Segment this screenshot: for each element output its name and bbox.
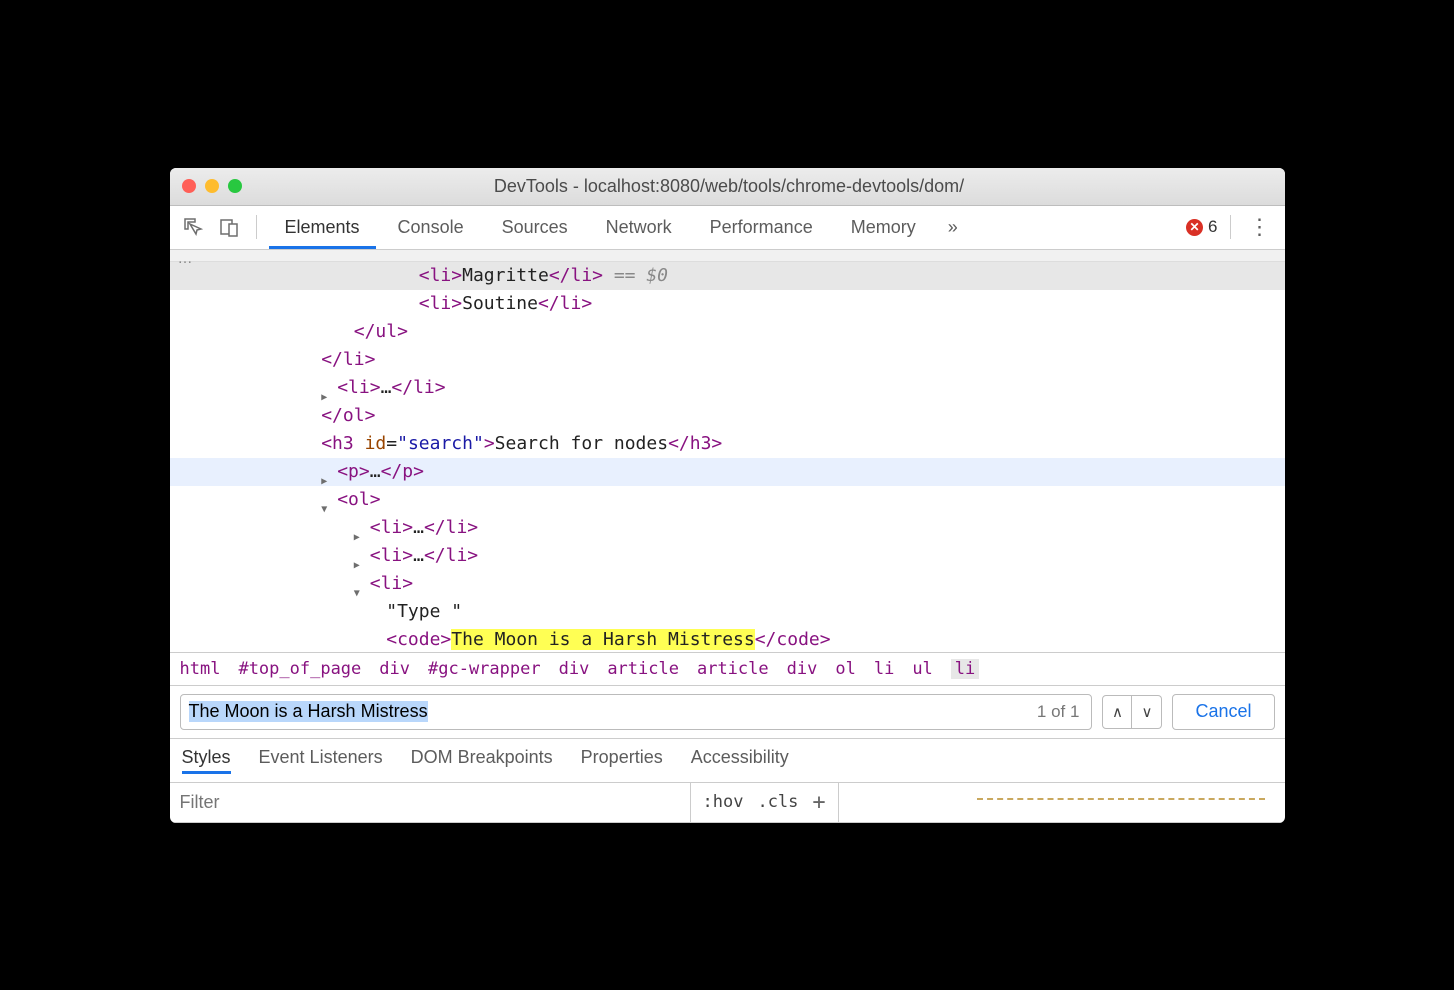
search-input[interactable]: The Moon is a Harsh Mistress 1 of 1	[180, 694, 1093, 730]
window-title: DevTools - localhost:8080/web/tools/chro…	[242, 176, 1217, 197]
tab-performance[interactable]: Performance	[694, 205, 829, 249]
expand-icon[interactable]	[354, 521, 366, 533]
inspect-element-icon[interactable]	[178, 212, 208, 242]
styles-actions: :hov .cls +	[690, 783, 838, 822]
devtools-window: DevTools - localhost:8080/web/tools/chro…	[170, 168, 1285, 823]
zoom-window-icon[interactable]	[228, 179, 242, 193]
cancel-button[interactable]: Cancel	[1172, 694, 1274, 730]
crumb[interactable]: html	[180, 659, 221, 679]
dom-node[interactable]: <h3 id="search">Search for nodes</h3>	[170, 430, 1285, 458]
crumb[interactable]: div	[559, 659, 590, 679]
search-nav: ∧ ∨	[1102, 695, 1162, 729]
expand-icon[interactable]	[321, 381, 333, 393]
dom-node[interactable]: <ol>	[170, 486, 1285, 514]
search-next-icon[interactable]: ∨	[1132, 695, 1162, 729]
tab-memory[interactable]: Memory	[835, 205, 932, 249]
dom-node-hovered[interactable]: <p>…</p>	[170, 458, 1285, 486]
styles-subtabs: Styles Event Listeners DOM Breakpoints P…	[170, 739, 1285, 783]
crumb[interactable]: article	[607, 659, 679, 679]
titlebar: DevTools - localhost:8080/web/tools/chro…	[170, 168, 1285, 206]
dom-node[interactable]: <li>Soutine</li>	[170, 290, 1285, 318]
tab-network[interactable]: Network	[590, 205, 688, 249]
error-count: 6	[1208, 217, 1217, 237]
expand-icon[interactable]	[321, 465, 333, 477]
tab-sources[interactable]: Sources	[486, 205, 584, 249]
dom-node[interactable]: <li>…</li>	[170, 542, 1285, 570]
dom-node[interactable]: </ol>	[170, 402, 1285, 430]
search-result-count: 1 of 1	[1037, 702, 1084, 722]
error-icon: ✕	[1186, 219, 1203, 236]
dashed-box-icon	[977, 798, 1265, 806]
close-window-icon[interactable]	[182, 179, 196, 193]
subtab-dom-breakpoints[interactable]: DOM Breakpoints	[411, 747, 553, 774]
error-count-badge[interactable]: ✕ 6	[1186, 217, 1217, 237]
top-strip: …	[170, 250, 1285, 262]
subtab-styles[interactable]: Styles	[182, 747, 231, 774]
collapse-icon[interactable]	[321, 493, 333, 505]
search-query: The Moon is a Harsh Mistress	[189, 701, 428, 722]
crumb[interactable]: div	[379, 659, 410, 679]
tab-console[interactable]: Console	[382, 205, 480, 249]
dom-node[interactable]: <li>…</li>	[170, 514, 1285, 542]
crumb[interactable]: li	[874, 659, 894, 679]
minimize-window-icon[interactable]	[205, 179, 219, 193]
tab-elements[interactable]: Elements	[269, 205, 376, 249]
search-bar: The Moon is a Harsh Mistress 1 of 1 ∧ ∨ …	[170, 686, 1285, 739]
dom-text-node[interactable]: "Type "	[170, 598, 1285, 626]
crumb[interactable]: ul	[912, 659, 932, 679]
dom-node[interactable]: <code>The Moon is a Harsh Mistress</code…	[170, 626, 1285, 652]
device-toolbar-icon[interactable]	[214, 212, 244, 242]
expand-icon[interactable]	[354, 549, 366, 561]
dom-tree-panel[interactable]: <li>Magritte</li> == $0 <li>Soutine</li>…	[170, 262, 1285, 652]
breadcrumb: html #top_of_page div #gc-wrapper div ar…	[170, 652, 1285, 686]
collapse-icon[interactable]	[354, 577, 366, 589]
tabs-overflow-icon[interactable]: »	[938, 205, 968, 249]
box-model-preview	[838, 783, 1285, 822]
settings-menu-icon[interactable]: ⋮	[1243, 214, 1277, 240]
crumb[interactable]: ol	[835, 659, 855, 679]
dom-node-selected[interactable]: <li>Magritte</li> == $0	[170, 262, 1285, 290]
styles-filter-input[interactable]	[170, 792, 690, 813]
hov-toggle[interactable]: :hov	[703, 792, 744, 812]
subtab-event-listeners[interactable]: Event Listeners	[259, 747, 383, 774]
crumb[interactable]: div	[787, 659, 818, 679]
traffic-lights	[182, 179, 242, 193]
crumb[interactable]: article	[697, 659, 769, 679]
dom-node[interactable]: <li>	[170, 570, 1285, 598]
crumb[interactable]: #top_of_page	[238, 659, 361, 679]
crumb-selected[interactable]: li	[951, 659, 979, 679]
subtab-accessibility[interactable]: Accessibility	[691, 747, 789, 774]
cls-toggle[interactable]: .cls	[757, 792, 798, 812]
subtab-properties[interactable]: Properties	[581, 747, 663, 774]
dom-node[interactable]: </li>	[170, 346, 1285, 374]
search-prev-icon[interactable]: ∧	[1102, 695, 1132, 729]
new-style-rule-icon[interactable]: +	[812, 790, 825, 815]
main-toolbar: Elements Console Sources Network Perform…	[170, 206, 1285, 250]
styles-toolbar: :hov .cls +	[170, 783, 1285, 823]
crumb[interactable]: #gc-wrapper	[428, 659, 541, 679]
dom-node[interactable]: <li>…</li>	[170, 374, 1285, 402]
search-highlight: The Moon is a Harsh Mistress	[451, 629, 754, 650]
dom-node[interactable]: </ul>	[170, 318, 1285, 346]
